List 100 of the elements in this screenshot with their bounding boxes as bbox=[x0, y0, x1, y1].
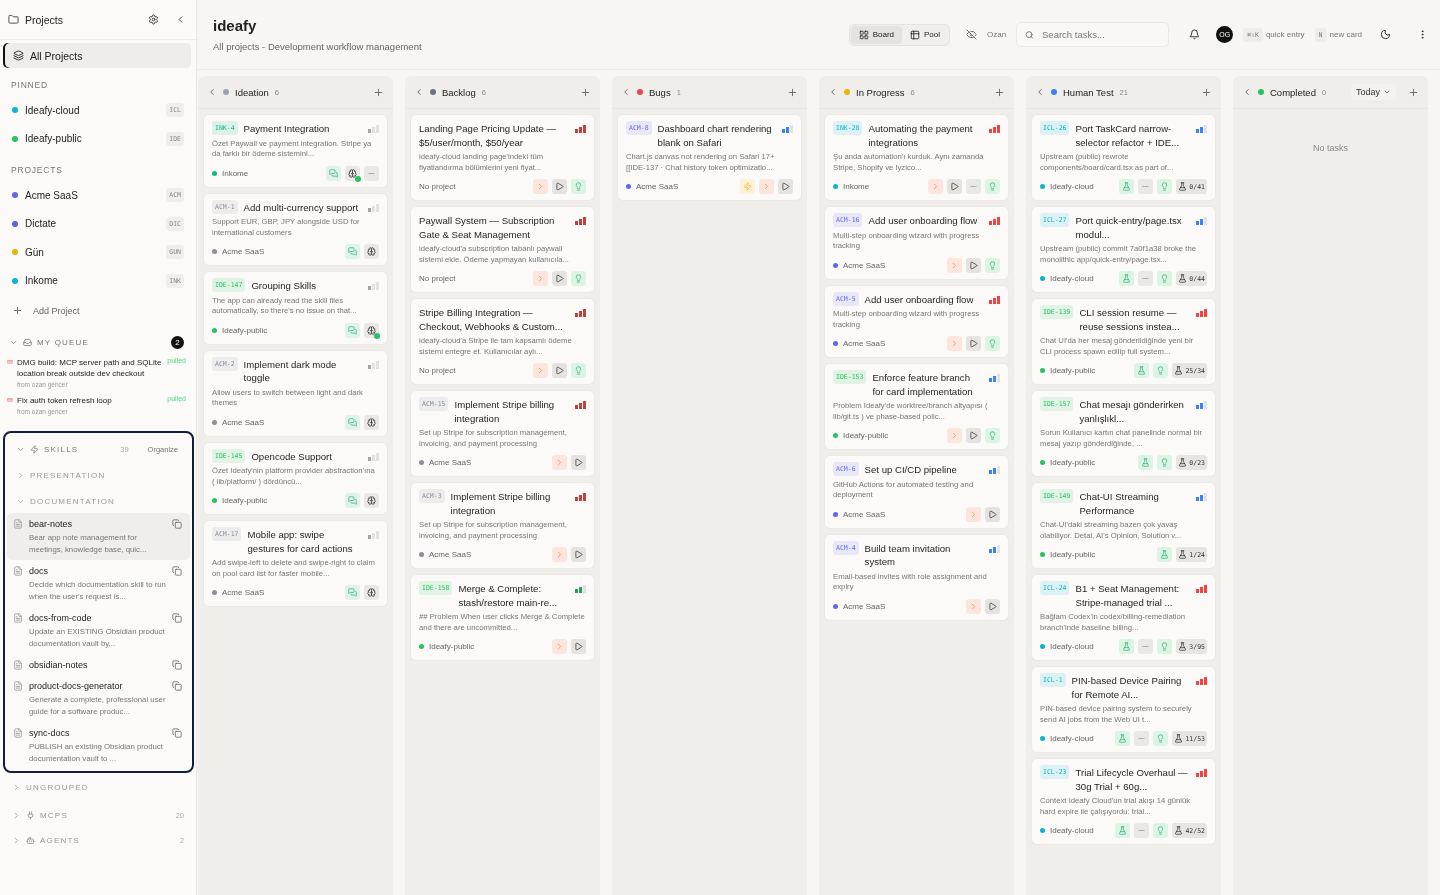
flask-button[interactable] bbox=[1119, 639, 1135, 654]
flask-button[interactable] bbox=[1157, 547, 1173, 562]
flask-button[interactable] bbox=[1115, 823, 1131, 838]
project-name: Acme SaaS bbox=[429, 458, 472, 467]
play-button[interactable] bbox=[947, 179, 962, 194]
flask-button[interactable] bbox=[1138, 455, 1154, 470]
section-label: PROJECTS bbox=[10, 164, 64, 177]
play-button[interactable] bbox=[571, 455, 586, 470]
chevron-right-icon bbox=[16, 470, 25, 480]
flask-button[interactable] bbox=[1115, 731, 1131, 746]
play-button[interactable] bbox=[966, 257, 981, 273]
flask-button[interactable] bbox=[1119, 179, 1135, 194]
lightbulb-button[interactable] bbox=[571, 363, 586, 378]
brain-button[interactable] bbox=[345, 165, 360, 181]
card-title: Stripe Billing Integration — Checkout, Webhooks & Custom... bbox=[419, 306, 564, 333]
add-card-icon[interactable] bbox=[787, 86, 798, 98]
play-button[interactable] bbox=[985, 506, 1000, 522]
queue-item-title[interactable]: Fix auth token refresh loop bbox=[17, 395, 164, 406]
lightbulb-button[interactable] bbox=[1157, 271, 1173, 286]
flask-button[interactable] bbox=[1119, 271, 1135, 286]
collapse-icon[interactable] bbox=[1035, 87, 1045, 97]
all-projects-item[interactable]: All Projects bbox=[3, 43, 191, 68]
file-icon bbox=[13, 519, 23, 529]
collapse-toggle[interactable] bbox=[16, 470, 25, 480]
play-icon bbox=[555, 366, 564, 375]
page-title: ideafy bbox=[213, 17, 258, 34]
brain-button[interactable] bbox=[364, 244, 379, 259]
add-card-icon[interactable] bbox=[373, 86, 384, 98]
search-box[interactable]: Search tasks... bbox=[1016, 22, 1170, 47]
date-filter[interactable]: Today bbox=[1350, 84, 1396, 100]
chat-icon bbox=[348, 247, 357, 256]
play-button[interactable] bbox=[778, 179, 793, 194]
lightbulb-button[interactable] bbox=[571, 271, 586, 286]
eye-off-icon[interactable] bbox=[966, 29, 978, 40]
lightbulb-button[interactable] bbox=[1153, 823, 1169, 838]
chat-icon bbox=[329, 168, 338, 178]
collapse-icon[interactable] bbox=[621, 87, 631, 97]
play-icon bbox=[781, 182, 790, 191]
lightbulb-button[interactable] bbox=[1153, 731, 1169, 746]
card-title: Implement dark mode toggle bbox=[243, 357, 338, 385]
play-button[interactable] bbox=[552, 179, 567, 194]
brain-icon bbox=[367, 496, 376, 505]
notification-icon[interactable] bbox=[1189, 29, 1201, 40]
play-button[interactable] bbox=[552, 363, 567, 378]
inbox-icon bbox=[23, 337, 32, 347]
add-card-icon[interactable] bbox=[994, 86, 1005, 98]
brain-button[interactable] bbox=[364, 414, 379, 430]
play-button[interactable] bbox=[552, 271, 567, 286]
play-button[interactable] bbox=[985, 598, 1000, 614]
lightbulb-button[interactable] bbox=[985, 428, 1000, 443]
view-tab[interactable]: Board bbox=[850, 25, 903, 44]
lightbulb-button[interactable] bbox=[985, 257, 1000, 273]
add-card-icon[interactable] bbox=[1408, 86, 1419, 98]
lightbulb-button[interactable] bbox=[1153, 363, 1169, 378]
card-title: Build team invitation system bbox=[864, 541, 952, 569]
prompt-icon bbox=[555, 550, 564, 559]
copy-icon[interactable] bbox=[172, 613, 182, 623]
collapse-toggle[interactable] bbox=[12, 811, 21, 820]
play-button[interactable] bbox=[966, 336, 981, 351]
flask-icon bbox=[1178, 182, 1188, 191]
theme-icon[interactable] bbox=[1380, 29, 1391, 40]
collapse-toggle[interactable] bbox=[12, 783, 21, 792]
collapse-icon[interactable] bbox=[1242, 87, 1252, 97]
brain-button[interactable] bbox=[364, 322, 379, 338]
chat-icon bbox=[348, 496, 357, 505]
lightbulb-button[interactable] bbox=[985, 179, 1000, 194]
brain-button[interactable] bbox=[364, 585, 379, 600]
lightbulb-button[interactable] bbox=[1157, 455, 1173, 470]
play-icon bbox=[574, 550, 583, 559]
play-button[interactable] bbox=[571, 547, 586, 562]
collapse-icon[interactable] bbox=[414, 87, 424, 97]
copy-icon[interactable] bbox=[172, 566, 182, 576]
flask-button[interactable] bbox=[1134, 363, 1150, 378]
lightbulb-button[interactable] bbox=[571, 179, 586, 194]
bolt-button[interactable] bbox=[740, 179, 755, 194]
brain-button[interactable] bbox=[364, 493, 379, 508]
project-name: No project bbox=[419, 182, 456, 191]
queue-item-title[interactable]: DMG build: MCP server path and SQLite location break outside dev checkout bbox=[17, 357, 164, 379]
settings-button[interactable] bbox=[148, 14, 159, 25]
add-card-icon[interactable] bbox=[580, 86, 591, 98]
collapse-icon[interactable] bbox=[207, 87, 217, 97]
add-project-button[interactable]: Add Project bbox=[0, 295, 196, 326]
copy-icon[interactable] bbox=[172, 681, 182, 691]
lightbulb-button[interactable] bbox=[985, 336, 1000, 351]
user-filter[interactable]: Ozan bbox=[987, 30, 1007, 39]
shortcut-label: new card bbox=[1329, 30, 1362, 39]
lightbulb-button[interactable] bbox=[1157, 179, 1173, 194]
collapse-icon[interactable] bbox=[828, 87, 838, 97]
skill-item[interactable]: obsidian-notes bbox=[7, 654, 190, 675]
search-field[interactable]: Search tasks... bbox=[1040, 28, 1161, 41]
play-button[interactable] bbox=[966, 428, 981, 443]
collapse-toggle[interactable] bbox=[12, 836, 21, 845]
play-button[interactable] bbox=[571, 639, 586, 654]
copy-icon[interactable] bbox=[172, 728, 182, 738]
copy-icon[interactable] bbox=[172, 660, 182, 670]
lightbulb-icon bbox=[1156, 734, 1166, 743]
copy-icon[interactable] bbox=[172, 519, 182, 529]
add-card-icon[interactable] bbox=[1201, 86, 1212, 98]
view-tab[interactable]: Pool bbox=[902, 25, 949, 44]
lightbulb-button[interactable] bbox=[1157, 639, 1173, 654]
